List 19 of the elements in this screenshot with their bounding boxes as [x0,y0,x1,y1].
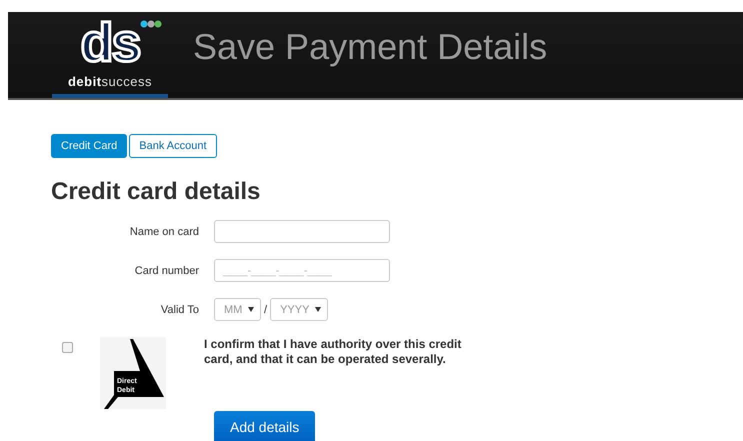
field-label: Card number [134,264,199,276]
logo-mark: ds [80,18,140,68]
confirmation-text: I confirm that I have authority over this credit card, and that it can be operated severally. [203,337,462,368]
year-dropdown[interactable]: YYYY [270,298,328,321]
section-heading: Credit card details [51,178,262,206]
input-field[interactable] [214,220,390,243]
page-title: Save Payment Details [193,26,548,68]
tab[interactable]: Bank Account [129,134,217,158]
add-details-button[interactable]: Add details [214,411,316,441]
month-dropdown[interactable]: MM [214,298,261,321]
separator: / [264,304,268,316]
field-label: Valid To [160,304,199,316]
caret-icon [315,307,322,312]
field-label: Name on card [128,226,199,238]
checkbox[interactable] [62,342,73,353]
dots-icon [140,20,162,28]
tab[interactable]: Credit Card [51,134,128,158]
logo-wordmark: debitsuccess [68,74,152,89]
caret-icon [248,307,254,312]
